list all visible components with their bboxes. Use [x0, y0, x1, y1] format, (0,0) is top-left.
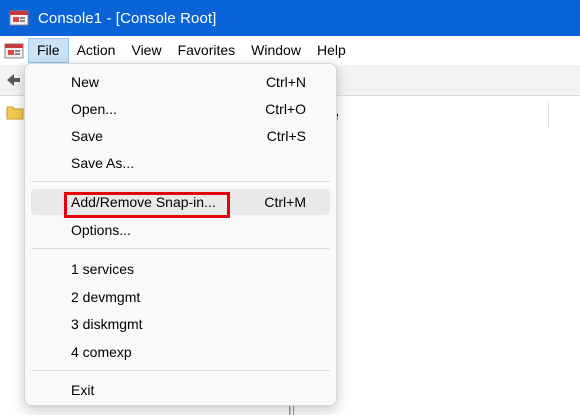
menu-item-save[interactable]: Save Ctrl+S — [31, 123, 330, 149]
menu-item-recent-2[interactable]: 2 devmgmt — [31, 284, 330, 310]
menu-item-exit[interactable]: Exit — [31, 377, 330, 403]
menu-bar: File Action View Favorites Window Help — [0, 36, 580, 65]
menu-item-recent-3[interactable]: 3 diskmgmt — [31, 311, 330, 337]
menu-item-open[interactable]: Open... Ctrl+O — [31, 96, 330, 122]
menu-item-save-as[interactable]: Save As... — [31, 150, 330, 176]
menu-separator — [31, 370, 330, 371]
menu-file[interactable]: File — [28, 38, 69, 63]
menu-item-recent-1[interactable]: 1 services — [31, 256, 330, 282]
menu-item-recent-4[interactable]: 4 comexp — [31, 339, 330, 365]
menu-item-add-remove-snap-in[interactable]: Add/Remove Snap-in... Ctrl+M — [31, 189, 330, 218]
menu-favorites[interactable]: Favorites — [170, 38, 244, 63]
menu-item-new[interactable]: New Ctrl+N — [31, 69, 330, 95]
mmc-app-icon — [9, 8, 29, 28]
system-menu-icon[interactable] — [3, 41, 25, 61]
folder-icon — [6, 104, 24, 120]
menu-view[interactable]: View — [123, 38, 169, 63]
file-menu-dropdown: New Ctrl+N Open... Ctrl+O Save Ctrl+S Sa… — [24, 63, 337, 406]
menu-separator — [31, 248, 330, 249]
title-bar[interactable]: Console1 - [Console Root] — [0, 0, 580, 36]
window-title: Console1 - [Console Root] — [38, 9, 217, 27]
menu-item-options[interactable]: Options... — [31, 217, 330, 243]
menu-separator — [31, 181, 330, 182]
mmc-window: Console1 - [Console Root] File Action Vi… — [0, 0, 580, 415]
back-arrow-icon[interactable] — [4, 71, 22, 89]
menu-help[interactable]: Help — [309, 38, 354, 63]
menu-window[interactable]: Window — [243, 38, 309, 63]
menu-action[interactable]: Action — [69, 38, 124, 63]
